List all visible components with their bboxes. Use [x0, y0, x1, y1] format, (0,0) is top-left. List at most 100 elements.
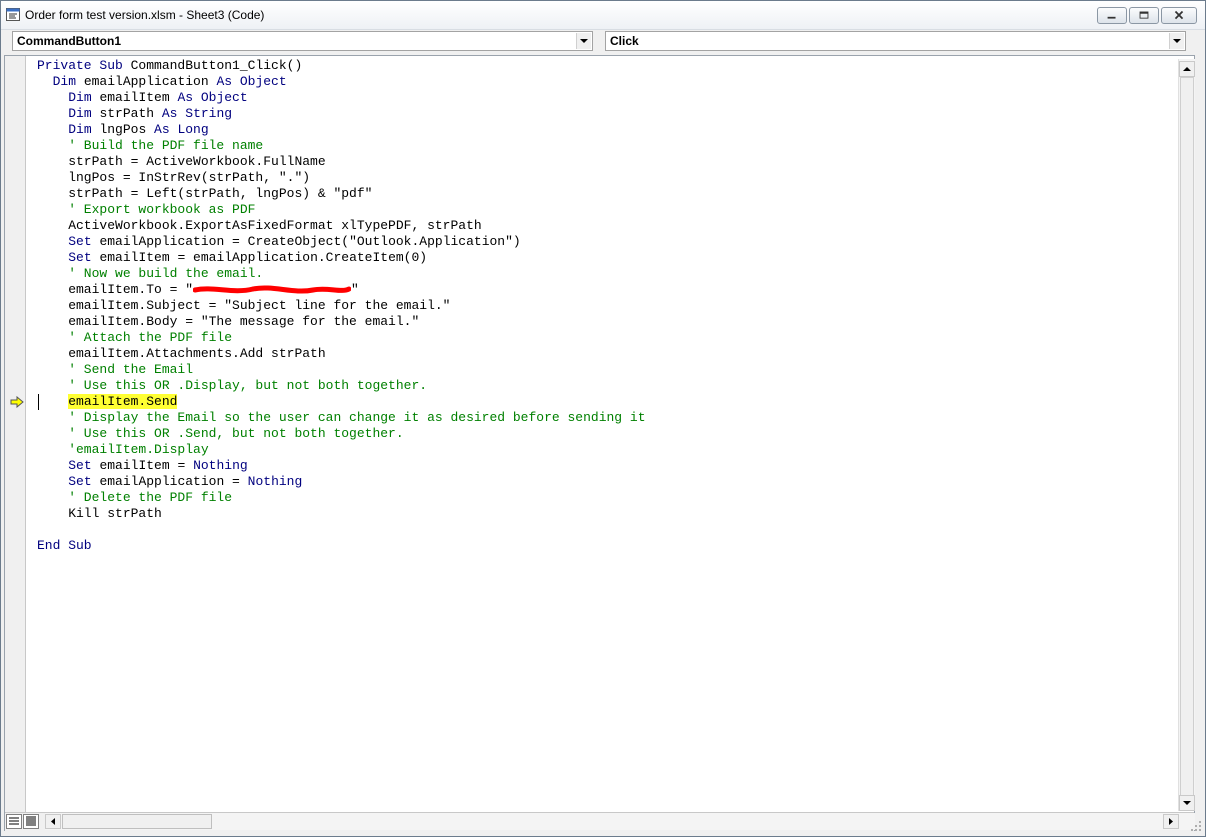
code-line[interactable]: lngPos = InStrRev(strPath, ".") — [37, 170, 646, 186]
keyword-token: Set — [68, 234, 100, 249]
code-line[interactable]: Dim strPath As String — [37, 106, 646, 122]
code-token: strPath = Left(strPath, lngPos) & "pdf" — [37, 186, 373, 201]
code-line[interactable]: Set emailItem = Nothing — [37, 458, 646, 474]
arrow-left-icon — [51, 818, 55, 825]
code-token: emailItem.Subject = "Subject line for th… — [37, 298, 451, 313]
code-token: emailItem.Body = "The message for the em… — [37, 314, 420, 329]
margin-indicator-bar[interactable] — [5, 56, 26, 812]
horizontal-scroll-thumb[interactable] — [62, 814, 212, 829]
code-line[interactable]: Private Sub CommandButton1_Click() — [37, 58, 646, 74]
execution-point-arrow-icon — [10, 396, 24, 408]
code-token: strPath = ActiveWorkbook.FullName — [37, 154, 326, 169]
code-line[interactable]: emailItem.Subject = "Subject line for th… — [37, 298, 646, 314]
arrow-up-icon — [1183, 67, 1191, 71]
comment-token: 'emailItem.Display — [37, 442, 209, 457]
code-line[interactable]: strPath = ActiveWorkbook.FullName — [37, 154, 646, 170]
vertical-scrollbar[interactable] — [1178, 59, 1195, 811]
code-line[interactable]: ' Build the PDF file name — [37, 138, 646, 154]
code-line[interactable]: strPath = Left(strPath, lngPos) & "pdf" — [37, 186, 646, 202]
keyword-token: As Long — [154, 122, 209, 137]
minimize-button[interactable] — [1097, 7, 1127, 24]
code-token: strPath — [99, 106, 162, 121]
code-line[interactable]: Set emailApplication = CreateObject("Out… — [37, 234, 646, 250]
code-line[interactable]: ActiveWorkbook.ExportAsFixedFormat xlTyp… — [37, 218, 646, 234]
comment-token: ' Build the PDF file name — [37, 138, 264, 153]
code-line[interactable] — [37, 522, 646, 538]
maximize-button[interactable] — [1129, 7, 1159, 24]
full-module-view-button[interactable] — [23, 814, 39, 829]
scroll-right-button[interactable] — [1163, 814, 1179, 829]
object-dropdown-arrow[interactable] — [576, 33, 591, 49]
keyword-token: Set — [68, 458, 100, 473]
code-line[interactable]: ' Send the Email — [37, 362, 646, 378]
code-token: lngPos = InStrRev(strPath, ".") — [37, 170, 311, 185]
comment-token: ' Export workbook as PDF — [37, 202, 256, 217]
comment-token: ' Attach the PDF file — [37, 330, 233, 345]
scroll-left-button[interactable] — [45, 814, 61, 829]
code-token: lngPos — [99, 122, 155, 137]
keyword-token: As Object — [177, 90, 248, 105]
keyword-token: As String — [161, 106, 233, 121]
code-line[interactable]: emailItem.To = " " — [37, 282, 646, 298]
code-line[interactable]: End Sub — [37, 538, 646, 554]
code-line[interactable]: Set emailItem = emailApplication.CreateI… — [37, 250, 646, 266]
title-bar[interactable]: Order form test version.xlsm - Sheet3 (C… — [1, 1, 1205, 30]
code-line[interactable]: ' Display the Email so the user can chan… — [37, 410, 645, 426]
code-token: emailApplication = CreateObject("Outlook… — [99, 234, 521, 249]
code-token: CommandButton1_Click() — [130, 58, 303, 73]
procedure-dropdown[interactable]: Click — [605, 31, 1186, 51]
comment-token: ' Use this OR .Send, but not both togeth… — [37, 426, 404, 441]
code-line[interactable]: Dim lngPos As Long — [37, 122, 646, 138]
close-icon — [1174, 10, 1184, 20]
code-line[interactable]: ' Export workbook as PDF — [37, 202, 646, 218]
code-token: emailApplication = — [99, 474, 248, 489]
keyword-token: Dim — [68, 122, 100, 137]
code-line[interactable]: Dim emailItem As Object — [37, 90, 646, 106]
code-line[interactable]: ' Attach the PDF file — [37, 330, 646, 346]
maximize-icon — [1139, 11, 1149, 19]
comment-token: ' Delete the PDF file — [37, 490, 233, 505]
code-line[interactable]: Set emailApplication = Nothing — [37, 474, 646, 490]
horizontal-scrollbar[interactable] — [45, 813, 1195, 830]
keyword-token: As Object — [216, 74, 287, 89]
code-line[interactable]: Dim emailApplication As Object — [37, 74, 646, 90]
code-line[interactable]: 'emailItem.Display — [37, 442, 646, 458]
scroll-down-button[interactable] — [1179, 795, 1195, 811]
code-token: emailItem.Attachments.Add strPath — [37, 346, 326, 361]
keyword-token: Set — [68, 474, 100, 489]
code-line[interactable]: emailItem.Attachments.Add strPath — [37, 346, 646, 362]
code-token: emailItem — [99, 90, 178, 105]
keyword-token: Set — [68, 250, 100, 265]
chevron-down-icon — [1173, 39, 1181, 43]
code-editor[interactable]: Private Sub CommandButton1_Click() Dim e… — [37, 58, 646, 554]
vertical-scroll-thumb[interactable] — [1180, 77, 1194, 805]
scroll-up-button[interactable] — [1179, 61, 1195, 77]
procedure-view-button[interactable] — [6, 814, 22, 829]
code-line[interactable]: Kill strPath — [37, 506, 646, 522]
code-line[interactable]: ' Delete the PDF file — [37, 490, 646, 506]
resize-grip-icon[interactable] — [1189, 819, 1203, 833]
keyword-token: Private Sub — [37, 58, 131, 73]
close-button[interactable] — [1161, 7, 1197, 24]
vba-code-window: Order form test version.xlsm - Sheet3 (C… — [0, 0, 1206, 837]
code-line[interactable]: ' Now we build the email. — [37, 266, 646, 282]
code-line[interactable]: emailItem.Body = "The message for the em… — [37, 314, 646, 330]
code-token: " — [351, 282, 359, 297]
code-line[interactable]: ' Use this OR .Send, but not both togeth… — [37, 426, 646, 442]
object-dropdown-value: CommandButton1 — [17, 34, 121, 48]
object-dropdown[interactable]: CommandButton1 — [12, 31, 593, 51]
chevron-down-icon — [580, 39, 588, 43]
code-token: ActiveWorkbook.ExportAsFixedFormat xlTyp… — [37, 218, 482, 233]
code-line[interactable]: ' Use this OR .Display, but not both tog… — [37, 378, 646, 394]
procedure-dropdown-arrow[interactable] — [1169, 33, 1184, 49]
code-line-current[interactable]: emailItem.Send — [37, 394, 646, 410]
keyword-token: Nothing — [193, 458, 248, 473]
